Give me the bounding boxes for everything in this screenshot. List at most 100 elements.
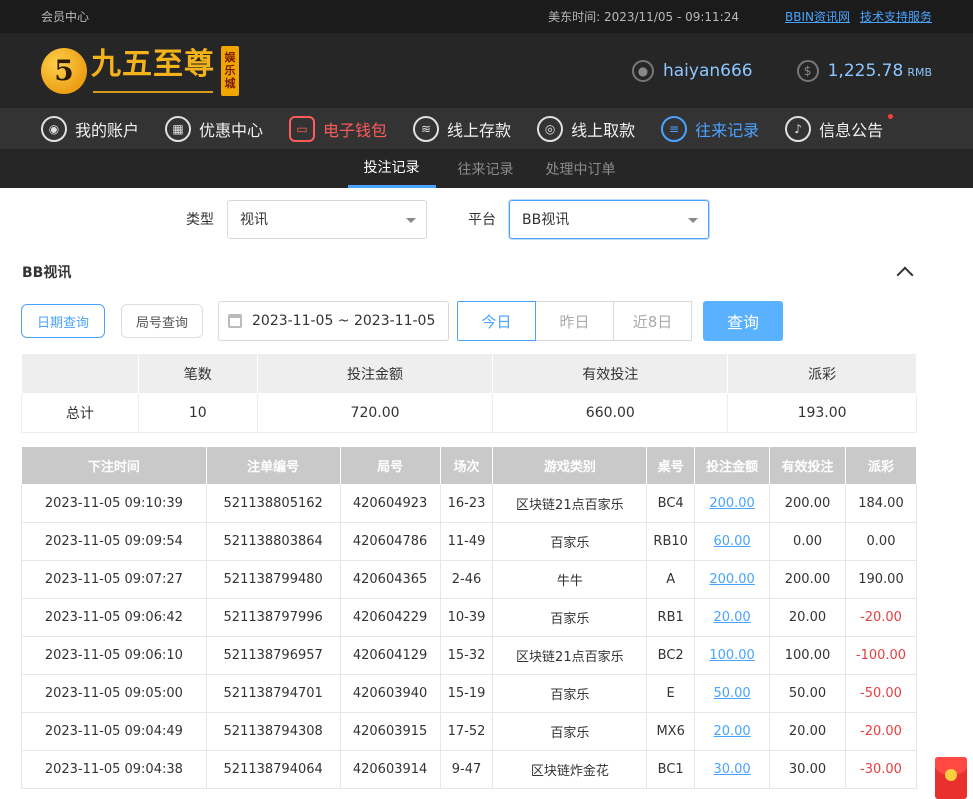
bet-amount-link[interactable]: 20.00 — [713, 610, 750, 625]
logo-text: 九五至尊 — [91, 48, 215, 93]
table-cell: BC4 — [646, 484, 696, 523]
site-header: 5 九五至尊 娱 乐 城 ● haiyan666 $ 1,225.78 RMB — [0, 33, 973, 108]
table-cell: 420604786 — [339, 522, 441, 561]
table-cell: A — [646, 560, 696, 599]
table-cell: 200.00 — [769, 560, 846, 599]
nav-withdraw[interactable]: ◎ 线上取款 — [537, 115, 635, 142]
summary-total-row: 总计 10 720.00 660.00 193.00 — [21, 393, 917, 433]
bet-amount-link[interactable]: 200.00 — [709, 572, 755, 587]
user-info[interactable]: ● haiyan666 — [631, 59, 753, 82]
records-header: 局号 — [339, 446, 441, 485]
table-cell: 15-32 — [439, 636, 494, 675]
collapse-chevron-icon[interactable] — [896, 266, 914, 284]
gift-icon: ▦ — [165, 115, 192, 142]
logo-badge-char: 乐 — [224, 64, 236, 77]
yesterday-button[interactable]: 昨日 — [535, 301, 614, 341]
date-query-button[interactable]: 日期查询 — [21, 304, 105, 338]
bet-amount-link[interactable]: 30.00 — [713, 762, 750, 777]
time-value: 2023/11/05 - 09:11:24 — [603, 10, 739, 24]
red-packet-icon[interactable] — [935, 757, 967, 799]
table-cell: BC2 — [646, 636, 696, 675]
table-cell: 420603914 — [339, 750, 441, 789]
table-cell: 521138805162 — [205, 484, 341, 523]
bell-icon: ♪ — [785, 115, 812, 142]
nav-e-wallet[interactable]: ▭ 电子钱包 — [289, 115, 387, 142]
summary-cell: 720.00 — [256, 393, 494, 433]
bet-amount-link[interactable]: 200.00 — [709, 496, 755, 511]
today-button[interactable]: 今日 — [457, 301, 536, 341]
table-cell: 区块链炸金花 — [492, 750, 648, 789]
table-cell: E — [646, 674, 696, 713]
bet-records-table: 下注时间 注单编号 局号 场次 游戏类别 桌号 投注金额 有效投注 派彩 2023-11-05 … — [21, 446, 918, 789]
summary-table: 笔数 投注金额 有效投注 派彩 总计 10 720.00 660.00 193.… — [21, 353, 917, 433]
table-cell: MX6 — [646, 712, 696, 751]
tab-pending-orders[interactable]: 处理中订单 — [530, 149, 632, 188]
bbin-info-link[interactable]: BBIN资讯网 — [785, 8, 850, 25]
platform-select-value: BB视讯 — [522, 212, 570, 228]
type-select[interactable]: 视讯 — [227, 199, 427, 239]
records-header: 注单编号 — [205, 446, 341, 485]
round-query-button[interactable]: 局号查询 — [121, 304, 203, 338]
date-range-value: 2023-11-05 ~ 2023-11-05 — [252, 313, 436, 329]
bet-amount-link[interactable]: 50.00 — [713, 686, 750, 701]
table-cell: 521138794701 — [205, 674, 341, 713]
table-cell: 20.00 — [769, 598, 846, 637]
withdraw-icon: ◎ — [537, 115, 564, 142]
table-cell: 17-52 — [439, 712, 494, 751]
tab-transactions[interactable]: 往来记录 — [442, 149, 530, 188]
table-row: 2023-11-05 09:06:10 521138796957 420604129… — [21, 636, 918, 675]
bet-amount-link[interactable]: 100.00 — [709, 648, 755, 663]
table-cell: 2023-11-05 09:06:10 — [21, 636, 207, 675]
table-cell: 区块链21点百家乐 — [492, 484, 648, 523]
table-cell: -20.00 — [844, 712, 918, 751]
table-cell: 2023-11-05 09:05:00 — [21, 674, 207, 713]
tech-support-link[interactable]: 技术支持服务 — [860, 8, 932, 25]
nav-deposit[interactable]: ≋ 线上存款 — [413, 115, 511, 142]
nav-records[interactable]: ≡ 往来记录 — [661, 115, 759, 142]
bet-amount-link[interactable]: 60.00 — [713, 534, 750, 549]
table-cell: -20.00 — [844, 598, 918, 637]
nav-my-account[interactable]: ◉ 我的账户 — [41, 115, 139, 142]
records-header: 有效投注 — [769, 446, 846, 485]
table-cell: 521138797996 — [205, 598, 341, 637]
table-cell: 420603940 — [339, 674, 441, 713]
summary-cell: 总计 — [21, 393, 139, 433]
main-nav: ◉ 我的账户 ▦ 优惠中心 ▭ 电子钱包 ≋ 线上存款 ◎ 线上取款 ≡ 往来记… — [0, 108, 973, 149]
balance-currency: RMB — [907, 65, 932, 79]
summary-header: 派彩 — [727, 353, 917, 394]
table-row: 2023-11-05 09:04:49 521138794308 420603915… — [21, 712, 918, 751]
table-cell: 百家乐 — [492, 598, 648, 637]
bet-amount-cell: 100.00 — [694, 636, 771, 675]
table-row: 2023-11-05 09:09:54 521138803864 420604786… — [21, 522, 918, 561]
deposit-icon: ≋ — [413, 115, 440, 142]
date-range-picker[interactable]: 2023-11-05 ~ 2023-11-05 — [218, 301, 449, 341]
summary-header: 有效投注 — [492, 353, 729, 394]
records-header: 桌号 — [646, 446, 696, 485]
nav-announcements[interactable]: ♪ 信息公告 — [785, 113, 894, 142]
table-cell: 420604129 — [339, 636, 441, 675]
last-8-days-button[interactable]: 近8日 — [613, 301, 692, 341]
nav-label: 优惠中心 — [199, 120, 264, 140]
calendar-icon — [228, 314, 242, 328]
type-select-value: 视讯 — [240, 212, 268, 228]
search-button[interactable]: 查询 — [703, 301, 783, 341]
logo-mark: 5 — [41, 47, 87, 94]
logo-badge: 娱 乐 城 — [221, 45, 239, 96]
nav-promotions[interactable]: ▦ 优惠中心 — [165, 115, 264, 142]
summary-cell: 10 — [137, 393, 258, 433]
table-cell: 2023-11-05 09:07:27 — [21, 560, 207, 599]
bet-amount-cell: 200.00 — [694, 560, 771, 599]
table-cell: RB1 — [646, 598, 696, 637]
bet-amount-cell: 60.00 — [694, 522, 771, 561]
records-header: 游戏类别 — [492, 446, 648, 485]
tab-bet-records[interactable]: 投注记录 — [347, 149, 436, 188]
records-icon: ≡ — [661, 115, 688, 142]
table-cell: 420604229 — [339, 598, 441, 637]
table-cell: 百家乐 — [492, 522, 648, 561]
platform-select[interactable]: BB视讯 — [509, 199, 709, 239]
table-cell: 420603915 — [339, 712, 441, 751]
bet-amount-link[interactable]: 20.00 — [713, 724, 750, 739]
logo[interactable]: 5 九五至尊 娱 乐 城 — [41, 41, 239, 101]
summary-cell: 193.00 — [727, 393, 917, 433]
table-cell: 区块链21点百家乐 — [492, 636, 648, 675]
